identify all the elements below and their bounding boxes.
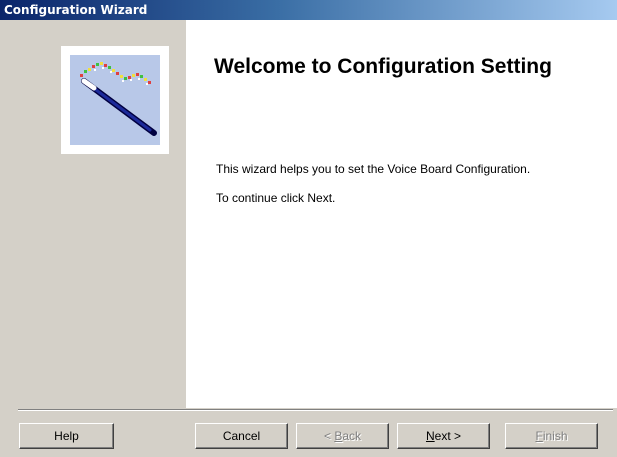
finish-button-accelerator: F — [535, 428, 543, 443]
configuration-wizard-window: Configuration Wizard Welcome to Configur… — [0, 0, 617, 457]
next-button[interactable]: Next > — [397, 423, 490, 449]
back-button-prefix: < — [323, 428, 335, 443]
magic-wand-icon — [70, 55, 160, 145]
back-button[interactable]: < Back — [296, 423, 389, 449]
finish-button-label: inish — [542, 428, 568, 443]
cancel-button[interactable]: Cancel — [195, 423, 288, 449]
wizard-content-panel: Welcome to Configuration Setting This wi… — [186, 20, 617, 408]
cancel-button-label: Cancel — [222, 428, 261, 443]
next-button-accelerator: N — [425, 428, 435, 443]
wizard-description: This wizard helps you to set the Voice B… — [216, 162, 531, 176]
title-bar[interactable]: Configuration Wizard — [0, 0, 617, 20]
wizard-side-panel — [0, 20, 186, 408]
back-button-label: ack — [342, 428, 362, 443]
window-title: Configuration Wizard — [4, 3, 148, 17]
help-button[interactable]: Help — [19, 423, 114, 449]
help-button-label: Help — [54, 428, 79, 443]
welcome-heading: Welcome to Configuration Setting — [214, 55, 552, 78]
next-button-label: ext > — [434, 428, 462, 443]
finish-button[interactable]: Finish — [505, 423, 598, 449]
continue-instruction: To continue click Next. — [216, 191, 336, 205]
button-separator — [18, 409, 613, 411]
wizard-image-frame — [61, 46, 169, 154]
